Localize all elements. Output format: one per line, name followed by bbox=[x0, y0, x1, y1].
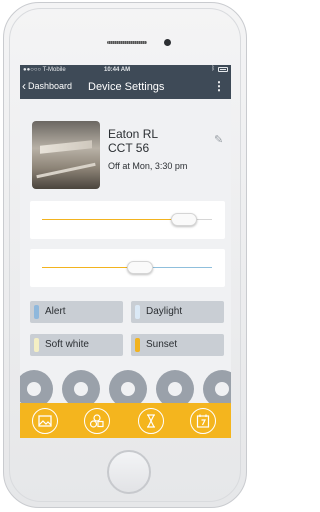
battery-icon bbox=[218, 66, 228, 72]
color-temperature-slider[interactable] bbox=[30, 249, 225, 287]
bottom-tab-bar bbox=[20, 403, 231, 438]
more-vertical-icon[interactable]: ⋮ bbox=[213, 80, 225, 92]
status-time: 10:44 AM bbox=[104, 66, 131, 73]
back-button-label: Dashboard bbox=[28, 81, 73, 91]
bluetooth-icon: ᛒ bbox=[211, 66, 215, 72]
preset-label: Soft white bbox=[45, 339, 89, 350]
scene-icon[interactable] bbox=[32, 408, 58, 434]
temperature-slider-thumb[interactable] bbox=[127, 261, 153, 274]
page-title: Device Settings bbox=[88, 81, 165, 93]
back-button[interactable]: ‹ Dashboard bbox=[22, 80, 72, 92]
preset-swatch bbox=[135, 338, 140, 352]
earpiece-speaker bbox=[107, 41, 147, 44]
front-camera bbox=[164, 39, 171, 46]
device-name: Eaton RL bbox=[108, 127, 159, 141]
preset-soft-white[interactable]: Soft white bbox=[30, 334, 123, 356]
preset-label: Daylight bbox=[146, 306, 183, 317]
device-photo bbox=[32, 121, 100, 189]
preset-swatch bbox=[34, 305, 39, 319]
device-model: CCT 56 bbox=[108, 141, 150, 155]
status-bar: ●●○○○ T-Mobile 10:44 AM ᛒ bbox=[20, 65, 231, 75]
app-screen: ●●○○○ T-Mobile 10:44 AM ᛒ ‹ Dashboard De… bbox=[20, 65, 231, 438]
preset-label: Alert bbox=[45, 306, 66, 317]
carrier-label: ●●○○○ T-Mobile bbox=[23, 66, 66, 73]
pencil-icon[interactable]: ✎ bbox=[214, 133, 223, 146]
brightness-track-fill bbox=[42, 219, 182, 220]
calendar-icon[interactable] bbox=[190, 408, 216, 434]
chevron-left-icon: ‹ bbox=[22, 79, 26, 93]
home-button[interactable] bbox=[107, 450, 151, 494]
device-card: Eaton RL CCT 56 Off at Mon, 3:30 pm ✎ bbox=[32, 121, 223, 189]
preset-label: Sunset bbox=[146, 339, 178, 350]
device-status: Off at Mon, 3:30 pm bbox=[108, 161, 188, 171]
navigation-bar: ‹ Dashboard Device Settings ⋮ bbox=[20, 75, 231, 99]
preset-swatch bbox=[34, 338, 39, 352]
brightness-slider[interactable] bbox=[30, 201, 225, 239]
temperature-track-warm bbox=[42, 267, 132, 268]
photo-detail bbox=[40, 140, 92, 154]
preset-swatch bbox=[135, 305, 140, 319]
preset-sunset[interactable]: Sunset bbox=[131, 334, 224, 356]
preset-alert[interactable]: Alert bbox=[30, 301, 123, 323]
hourglass-icon[interactable] bbox=[138, 408, 164, 434]
group-icon[interactable] bbox=[84, 408, 110, 434]
photo-detail bbox=[36, 162, 96, 179]
preset-daylight[interactable]: Daylight bbox=[131, 301, 224, 323]
brightness-slider-thumb[interactable] bbox=[171, 213, 197, 226]
